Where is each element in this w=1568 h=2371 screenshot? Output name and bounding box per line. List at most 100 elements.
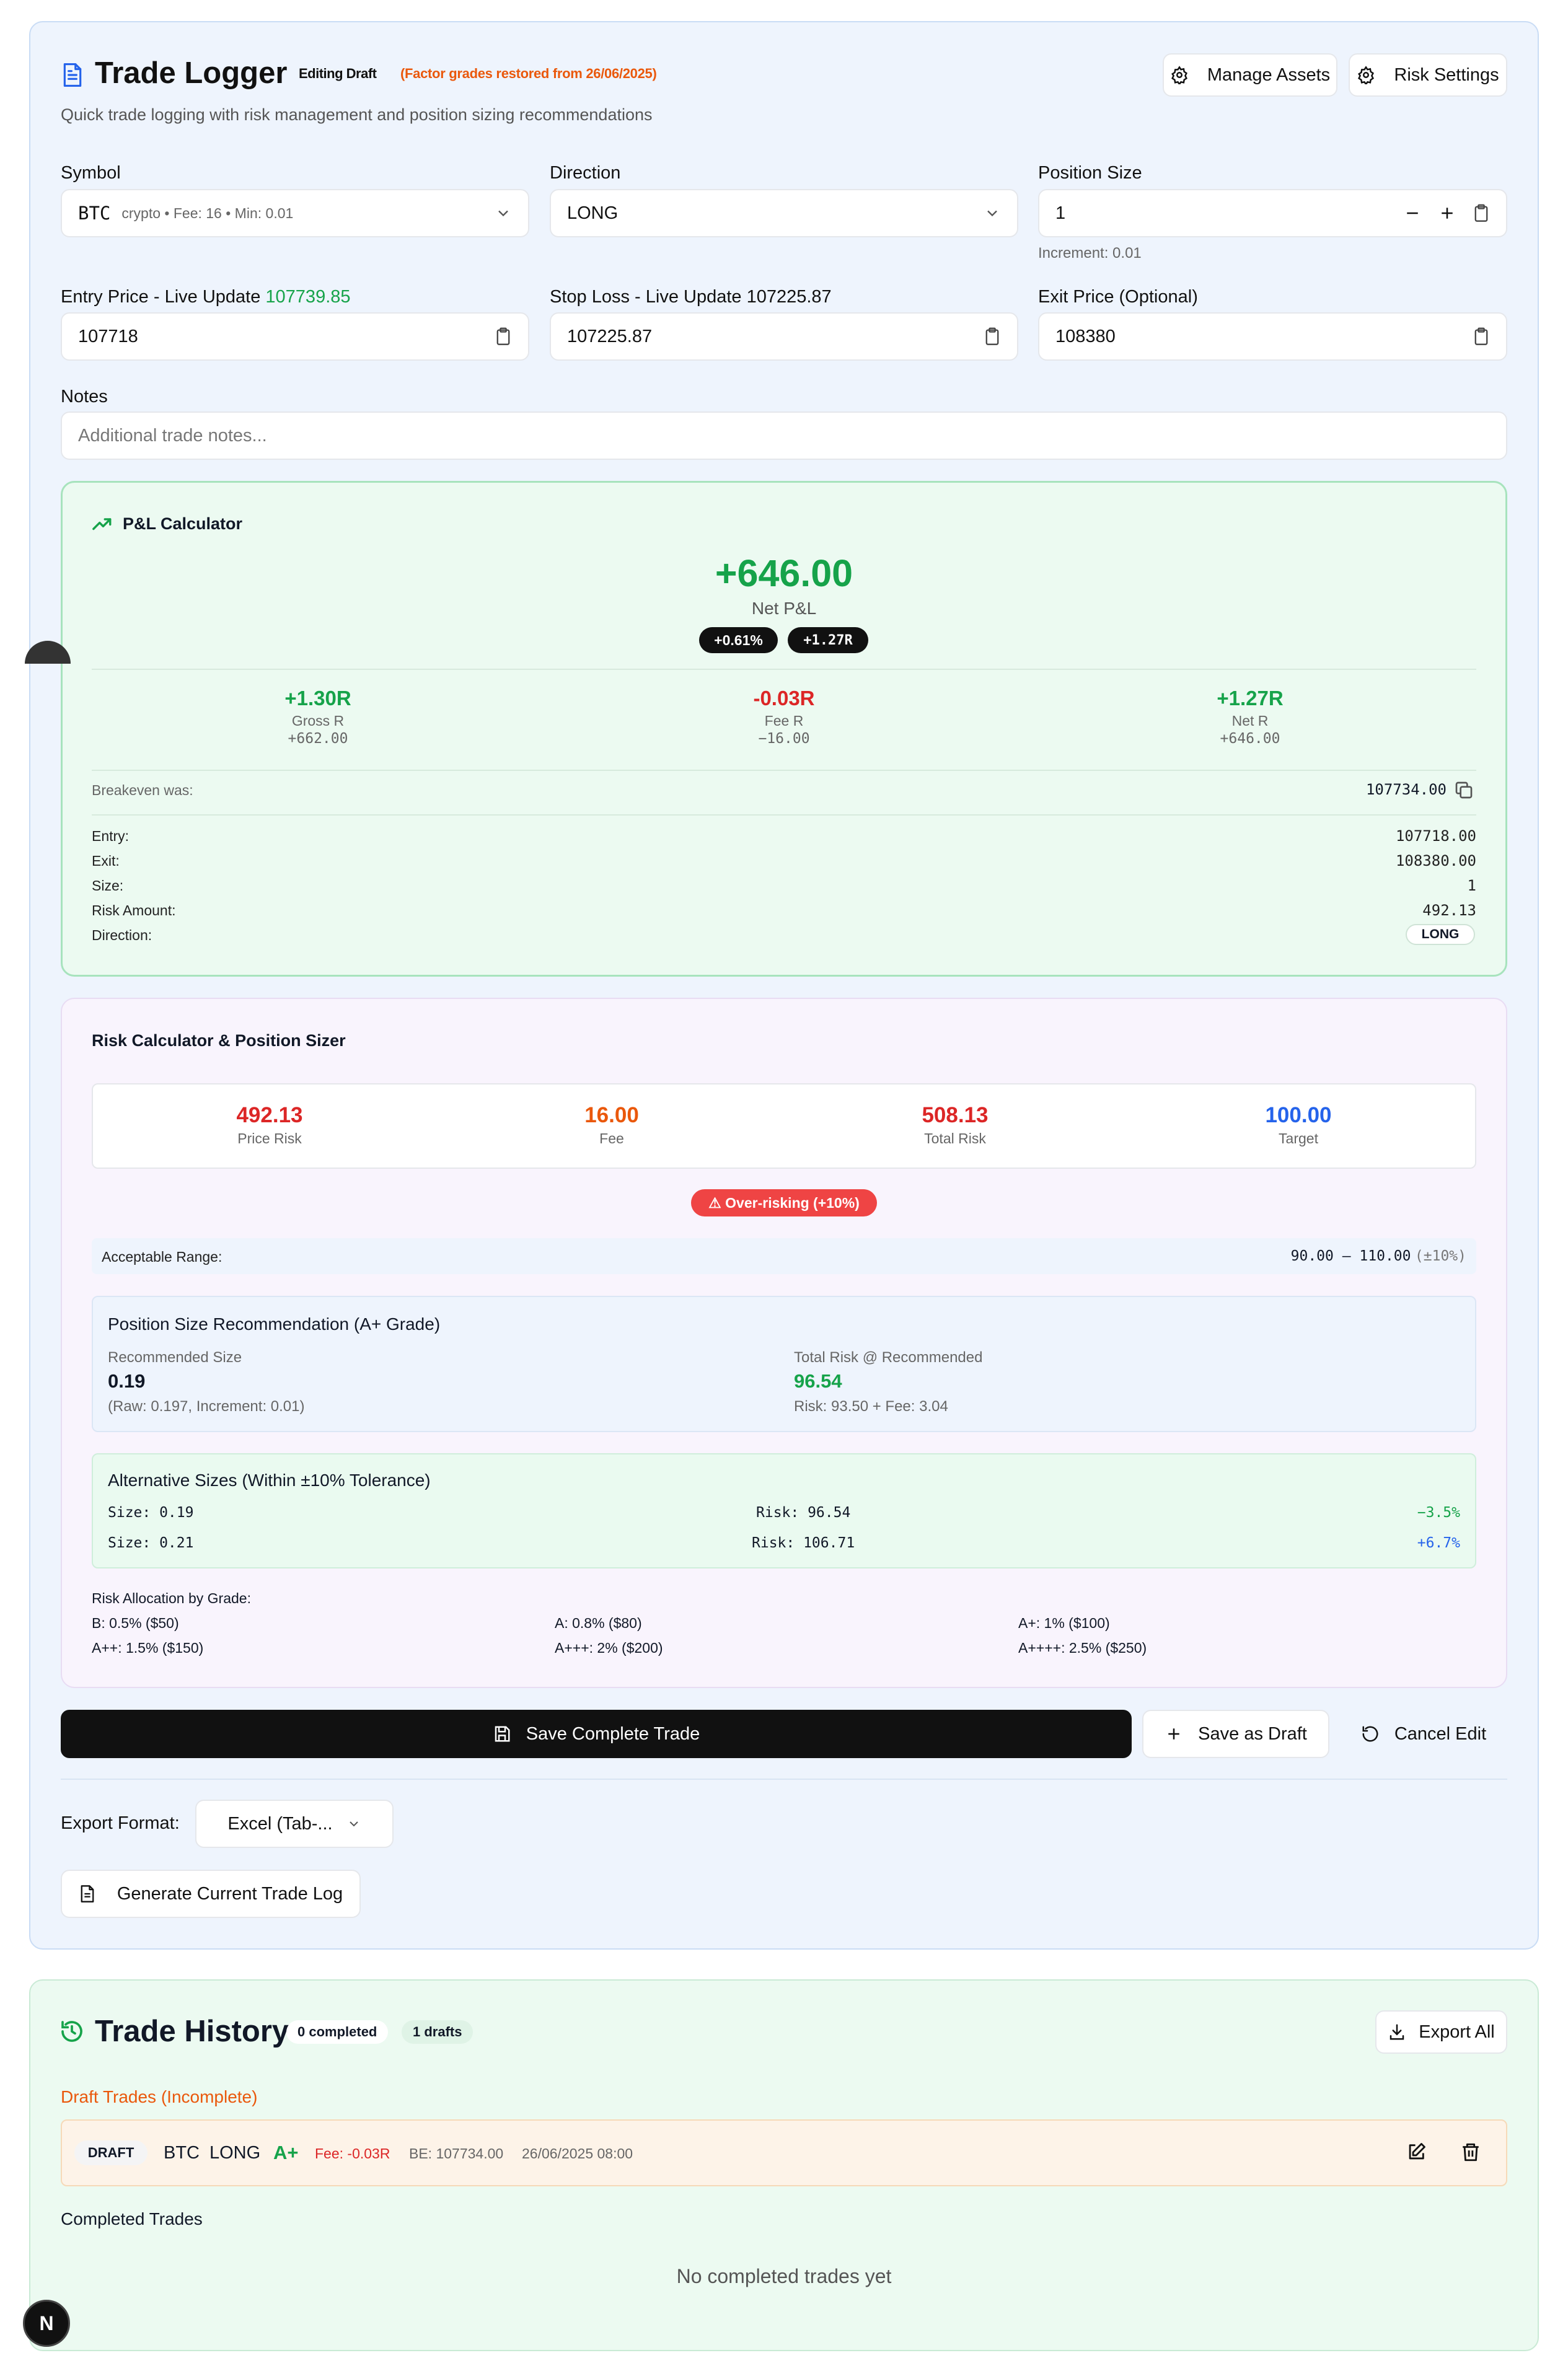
entry-price-input[interactable]: 107718 — [61, 312, 529, 361]
direction-badge: LONG — [1406, 924, 1475, 945]
divider — [92, 814, 1476, 816]
alt-risk-1: Risk: 96.54 — [756, 1505, 851, 1521]
position-size-input[interactable]: 1 — [1038, 189, 1507, 237]
net-r-block: +1.27R Net R +646.00 — [1024, 687, 1476, 747]
symbol-value: BTC — [78, 203, 111, 224]
price-risk-label: Price Risk — [237, 1130, 302, 1146]
alt-size-2: Size: 0.21 — [108, 1535, 194, 1551]
breakeven-label: Breakeven was: — [92, 782, 193, 798]
detail-size-value: 1 — [1467, 877, 1476, 894]
draft-tag: DRAFT — [74, 2140, 148, 2165]
clipboard-icon[interactable] — [1473, 327, 1490, 346]
export-all-button[interactable]: Export All — [1375, 2010, 1507, 2054]
direction-value: LONG — [567, 203, 619, 223]
manage-assets-label: Manage Assets — [1207, 64, 1331, 85]
minus-icon[interactable] — [1403, 204, 1422, 222]
detail-size-label: Size: — [92, 878, 124, 894]
draft-direction: LONG — [209, 2143, 261, 2163]
risk-settings-button[interactable]: Risk Settings — [1349, 53, 1507, 97]
entry-price-value: 107718 — [78, 326, 138, 346]
direction-select[interactable]: LONG — [550, 189, 1018, 237]
fee-stat-label: Fee — [599, 1130, 624, 1146]
draft-grade: A+ — [273, 2142, 299, 2163]
export-all-label: Export All — [1419, 2021, 1495, 2042]
clipboard-icon[interactable] — [984, 327, 1001, 346]
draft-trades-heading: Draft Trades (Incomplete) — [61, 2087, 258, 2106]
over-risking-badge: ⚠ Over-risking (+10%) — [691, 1189, 877, 1216]
fee-r-label: Fee R — [764, 713, 804, 729]
divider — [92, 770, 1476, 771]
recommendation-title: Position Size Recommendation (A+ Grade) — [108, 1314, 441, 1334]
alt-size-1: Size: 0.19 — [108, 1505, 194, 1521]
allocation-title: Risk Allocation by Grade: — [92, 1590, 251, 1606]
pnl-title: P&L Calculator — [123, 514, 243, 533]
risk-settings-label: Risk Settings — [1394, 64, 1499, 85]
exit-price-label: Exit Price (Optional) — [1038, 287, 1198, 307]
detail-risk-value: 492.13 — [1422, 902, 1476, 919]
increment-hint: Increment: 0.01 — [1038, 245, 1142, 262]
detail-risk-label: Risk Amount: — [92, 902, 176, 918]
net-pnl-value: +646.00 — [715, 552, 853, 594]
detail-direction-label: Direction: — [92, 927, 152, 943]
generate-trade-log-button[interactable]: Generate Current Trade Log — [61, 1870, 361, 1918]
clipboard-icon[interactable] — [1473, 204, 1490, 222]
divider — [61, 1779, 1507, 1780]
notes-input[interactable]: Additional trade notes... — [61, 411, 1507, 460]
symbol-label: Symbol — [61, 163, 121, 183]
clipboard-icon[interactable] — [495, 327, 512, 346]
manage-assets-button[interactable]: Manage Assets — [1163, 53, 1337, 97]
gross-r-block: +1.30R Gross R +662.00 — [92, 687, 544, 747]
save-draft-button[interactable]: Save as Draft — [1142, 1710, 1329, 1758]
net-r-label: Net R — [1231, 713, 1269, 729]
recommended-size-label: Recommended Size — [108, 1349, 242, 1366]
detail-entry-value: 107718.00 — [1395, 827, 1476, 845]
download-icon — [1388, 2023, 1406, 2041]
export-format-select[interactable]: Excel (Tab-... — [195, 1800, 394, 1848]
history-icon — [59, 2019, 84, 2044]
trash-icon[interactable] — [1460, 2142, 1481, 2163]
allocation-item: A++++: 2.5% ($250) — [1018, 1640, 1147, 1656]
cancel-edit-label: Cancel Edit — [1394, 1723, 1487, 1744]
target-value: 100.00 — [1265, 1103, 1332, 1127]
page-subtitle: Quick trade logging with risk management… — [61, 105, 653, 124]
dev-tools-badge[interactable]: N — [23, 2300, 70, 2347]
edit-icon[interactable] — [1406, 2142, 1427, 2163]
divider — [92, 669, 1476, 670]
export-format-value: Excel (Tab-... — [227, 1813, 333, 1834]
undo-icon — [1361, 1725, 1380, 1743]
plus-icon[interactable] — [1438, 204, 1456, 222]
entry-live-price: 107739.85 — [265, 287, 351, 307]
save-complete-trade-button[interactable]: Save Complete Trade — [61, 1710, 1132, 1758]
symbol-meta: crypto • Fee: 16 • Min: 0.01 — [121, 205, 294, 221]
net-r-value: +1.27R — [1217, 687, 1284, 710]
completed-trades-heading: Completed Trades — [61, 2209, 203, 2228]
fee-value: −16.00 — [758, 731, 810, 747]
chevron-down-icon — [495, 205, 512, 222]
editing-draft-badge: Editing Draft — [299, 66, 377, 81]
pnl-percent-badge: +0.61% — [699, 627, 778, 653]
recommended-total-value: 96.54 — [794, 1370, 842, 1392]
drafts-count-badge: 1 drafts — [402, 2020, 473, 2044]
total-risk-stat: 508.13 Total Risk — [777, 1103, 1133, 1147]
cancel-edit-button[interactable]: Cancel Edit — [1340, 1710, 1507, 1758]
fee-r-value: -0.03R — [753, 687, 815, 710]
risk-calculator-title: Risk Calculator & Position Sizer — [92, 1031, 346, 1050]
stop-loss-value: 107225.87 — [567, 326, 653, 346]
restored-note: (Factor grades restored from 26/06/2025) — [400, 66, 657, 81]
symbol-select[interactable]: BTC crypto • Fee: 16 • Min: 0.01 — [61, 189, 529, 237]
history-title: Trade History — [95, 2015, 289, 2048]
allocation-item: A+: 1% ($100) — [1018, 1615, 1110, 1631]
empty-state-text: No completed trades yet — [676, 2265, 892, 2287]
alternatives-title: Alternative Sizes (Within ±10% Tolerance… — [108, 1471, 431, 1490]
gear-icon — [1170, 66, 1189, 84]
breakeven-value: 107734.00 — [1365, 781, 1447, 798]
exit-price-value: 108380 — [1055, 326, 1116, 346]
exit-price-input[interactable]: 108380 — [1038, 312, 1507, 361]
export-format-label: Export Format: — [61, 1813, 180, 1833]
draft-fee: Fee: -0.03R — [315, 2145, 390, 2162]
save-draft-label: Save as Draft — [1198, 1723, 1307, 1744]
stop-loss-input[interactable]: 107225.87 — [550, 312, 1018, 361]
save-complete-label: Save Complete Trade — [526, 1723, 700, 1744]
completed-count-badge: 0 completed — [286, 2020, 389, 2044]
copy-icon[interactable] — [1454, 780, 1474, 800]
